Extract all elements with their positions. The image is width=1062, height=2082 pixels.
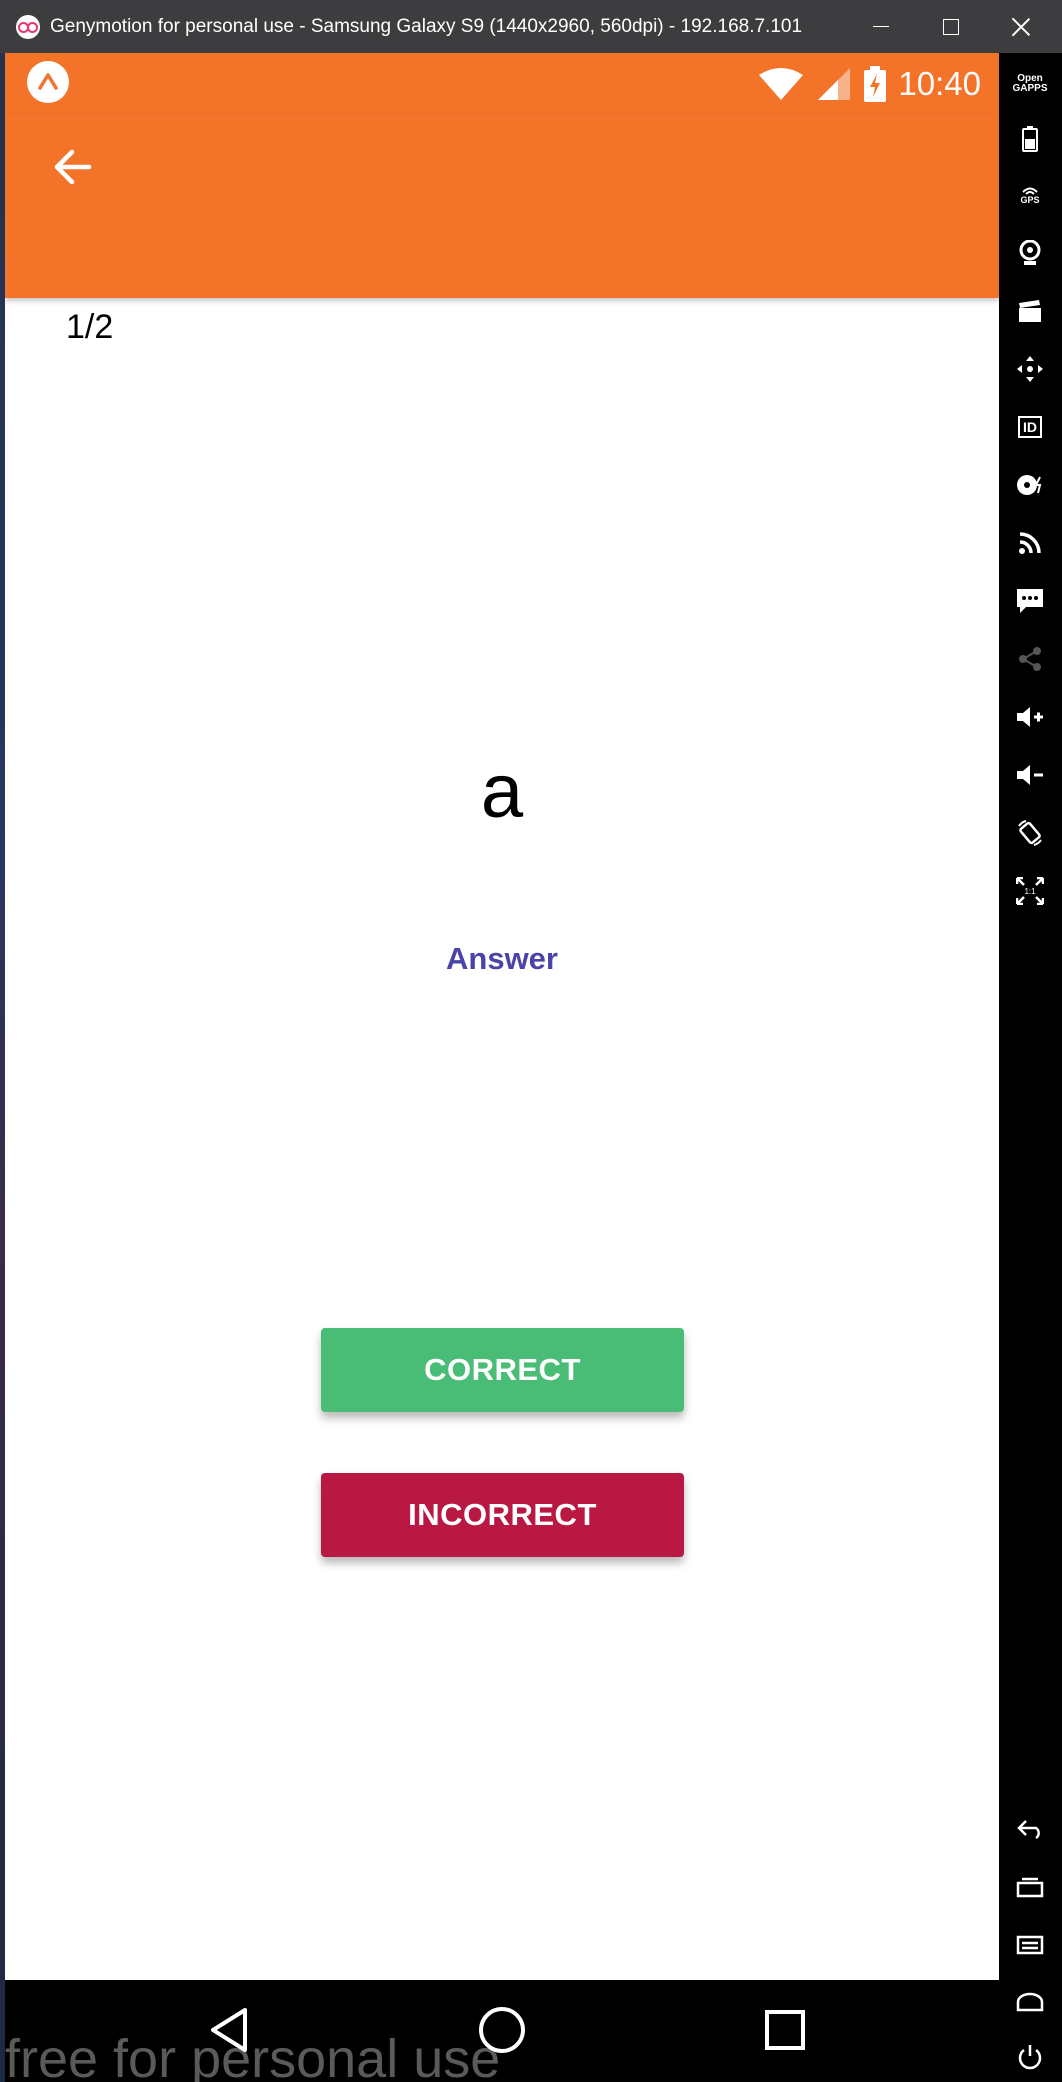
pixel-perfect-label: 1:1 xyxy=(1024,887,1036,896)
sms-icon[interactable] xyxy=(1014,585,1046,617)
genymotion-toolbar: Open GAPPS GPS ID 1:1 xyxy=(999,53,1062,2082)
gps-label: GPS xyxy=(1020,195,1040,205)
android-nav-bar: free for personal use xyxy=(5,1980,999,2082)
status-icons: 10:40 xyxy=(758,53,981,115)
device-screen: 10:40 1/2 a Answer CORRECT INCORRECT xyxy=(5,53,999,1980)
device-id-label: ID xyxy=(1018,416,1042,438)
app-header xyxy=(5,115,999,298)
close-window-button[interactable] xyxy=(986,0,1056,53)
remote-control-icon[interactable] xyxy=(1014,353,1046,385)
open-gapps-icon[interactable]: Open GAPPS xyxy=(1012,67,1048,101)
network-icon[interactable] xyxy=(1014,527,1046,559)
status-bar: 10:40 xyxy=(5,53,999,115)
show-answer-link[interactable]: Answer xyxy=(5,941,999,977)
nav-back-icon[interactable] xyxy=(201,2002,257,2058)
wifi-icon xyxy=(759,68,804,100)
device-id-icon[interactable]: ID xyxy=(1014,411,1046,443)
pixel-perfect-icon[interactable]: 1:1 xyxy=(1014,875,1046,907)
maximize-icon xyxy=(943,18,959,35)
open-gapps-label: Open GAPPS xyxy=(1012,73,1048,94)
android-recents-toolbar-icon[interactable] xyxy=(1014,1871,1046,1903)
minimize-button[interactable] xyxy=(846,0,916,53)
share-icon xyxy=(1014,643,1046,675)
minimize-icon xyxy=(873,26,889,27)
cell-signal-icon xyxy=(818,68,851,100)
webcam-widget-icon[interactable] xyxy=(1014,237,1046,269)
power-icon[interactable] xyxy=(1014,2041,1046,2073)
window-title-bar[interactable]: Genymotion for personal use - Samsung Ga… xyxy=(0,0,1062,53)
screencast-icon[interactable] xyxy=(1014,295,1046,327)
volume-down-icon[interactable] xyxy=(1014,759,1046,791)
maximize-button[interactable] xyxy=(916,0,986,53)
genymotion-logo-icon xyxy=(16,14,40,39)
close-icon xyxy=(1012,18,1030,36)
rotate-icon[interactable] xyxy=(1014,817,1046,849)
nav-recents-icon[interactable] xyxy=(757,2002,813,2058)
incorrect-button[interactable]: INCORRECT xyxy=(321,1473,684,1557)
status-time: 10:40 xyxy=(898,65,981,102)
correct-button[interactable]: CORRECT xyxy=(321,1328,684,1412)
android-home-toolbar-icon[interactable] xyxy=(1014,1987,1046,2019)
expo-notification-icon xyxy=(27,61,69,103)
battery-charging-icon xyxy=(864,66,887,102)
disk-io-icon[interactable] xyxy=(1014,469,1046,501)
android-menu-toolbar-icon[interactable] xyxy=(1014,1929,1046,1961)
flashcard-question: a xyxy=(480,749,524,834)
volume-up-icon[interactable] xyxy=(1014,701,1046,733)
card-counter: 1/2 xyxy=(66,308,114,346)
window-title: Genymotion for personal use - Samsung Ga… xyxy=(50,15,803,37)
nav-home-icon[interactable] xyxy=(474,2002,530,2058)
gps-widget-icon[interactable]: GPS xyxy=(1014,179,1046,211)
back-arrow-icon[interactable] xyxy=(45,139,101,195)
battery-widget-icon[interactable] xyxy=(1014,123,1046,155)
android-back-toolbar-icon[interactable] xyxy=(1014,1813,1046,1845)
